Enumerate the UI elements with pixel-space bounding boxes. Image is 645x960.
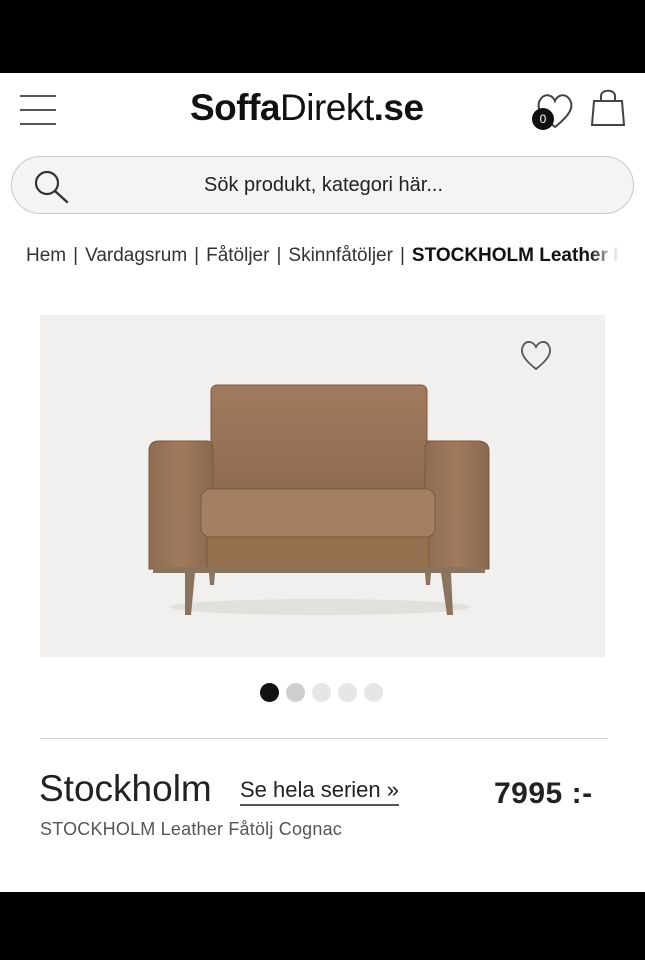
breadcrumb-separator: |: [276, 245, 282, 266]
wishlist-count-badge: 0: [532, 108, 554, 130]
search-input[interactable]: Sök produkt, kategori här...: [11, 156, 634, 214]
shopping-bag-icon[interactable]: [590, 87, 626, 127]
breadcrumb-separator: |: [194, 245, 200, 266]
search-placeholder: Sök produkt, kategori här...: [203, 174, 444, 196]
site-logo[interactable]: SoffaDirekt.se: [190, 87, 424, 129]
breadcrumb-separator: |: [399, 245, 405, 266]
carousel-dot-1[interactable]: [260, 683, 279, 702]
favorite-heart-icon[interactable]: [517, 337, 555, 373]
product-price: 7995 :-: [494, 777, 593, 810]
logo-part-3: .se: [373, 87, 424, 128]
product-name: Stockholm: [39, 768, 212, 809]
breadcrumb-item-skinnfatoljer[interactable]: Skinnfåtöljer: [288, 245, 393, 266]
carousel-dot-4[interactable]: [338, 683, 357, 702]
menu-icon[interactable]: [20, 93, 56, 127]
breadcrumb: Hem | Vardagsrum | Fåtöljer | Skinnfåtöljer | ST…: [26, 245, 618, 275]
breadcrumb-separator: |: [73, 245, 79, 266]
carousel-dot-5[interactable]: [364, 683, 383, 702]
page: SoffaDirekt.se 0 Sök produkt, kategori h…: [0, 73, 645, 892]
breadcrumb-item-fatoljer[interactable]: Fåtöljer: [206, 245, 269, 266]
product-image[interactable]: [40, 315, 605, 657]
divider: [40, 738, 608, 739]
carousel-dot-2[interactable]: [286, 683, 305, 702]
breadcrumb-item-vardagsrum[interactable]: Vardagsrum: [85, 245, 187, 266]
breadcrumb-current: STOCKHOLM Leather Fåtölj Cognac: [411, 245, 618, 266]
armchair-image: [148, 384, 490, 615]
breadcrumb-item-hem[interactable]: Hem: [26, 245, 66, 266]
site-header: SoffaDirekt.se 0: [0, 73, 645, 149]
logo-part-1: Soffa: [190, 87, 281, 128]
see-series-link[interactable]: Se hela serien »: [240, 777, 399, 806]
carousel-dot-3[interactable]: [312, 683, 331, 702]
screen-bottom-bar: [0, 892, 645, 960]
product-subtitle: STOCKHOLM Leather Fåtölj Cognac: [40, 819, 342, 839]
logo-part-2: Direkt: [280, 87, 374, 128]
breadcrumb-fade: [589, 241, 619, 277]
screen-top-bar: [0, 0, 645, 73]
